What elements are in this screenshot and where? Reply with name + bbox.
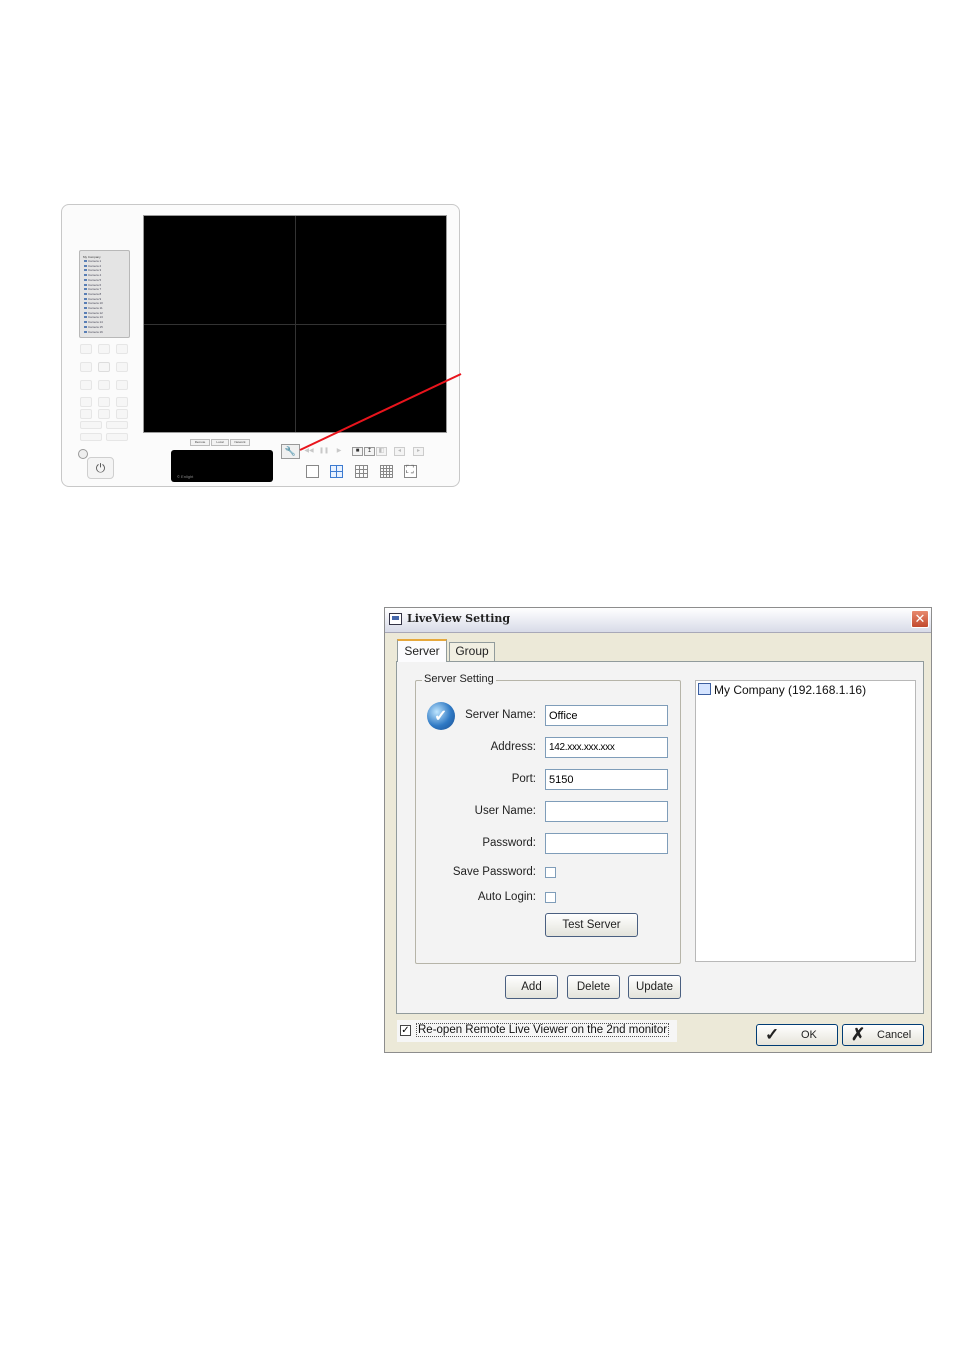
port-input[interactable] xyxy=(545,769,668,790)
cancel-button[interactable]: ✗ Cancel xyxy=(842,1024,924,1046)
minimize-button[interactable] xyxy=(78,449,88,459)
server-name-label: Server Name: xyxy=(465,709,536,721)
close-icon: ✕ xyxy=(914,611,926,626)
ptz-up-button[interactable] xyxy=(98,344,110,354)
ptz-zoom-out-button[interactable] xyxy=(80,409,92,419)
reopen-checkbox[interactable]: ✓ xyxy=(400,1025,411,1036)
auto-login-checkbox[interactable] xyxy=(545,892,556,903)
volume-up-button[interactable]: ▸ xyxy=(413,447,424,456)
layout-16-icon[interactable] xyxy=(380,465,393,478)
cross-icon: ✗ xyxy=(851,1025,866,1044)
ptz-focus-out-button[interactable] xyxy=(98,409,110,419)
cancel-label: Cancel xyxy=(877,1029,912,1041)
dialog-title: LiveView Setting xyxy=(407,612,511,625)
ptz-down-right-button[interactable] xyxy=(116,380,128,390)
tab-server[interactable]: Server xyxy=(397,639,447,662)
server-list-item[interactable]: My Company (192.168.1.16) xyxy=(714,683,866,697)
auto-login-label: Auto Login: xyxy=(477,891,536,903)
layout-1-icon[interactable] xyxy=(306,465,319,478)
test-server-button[interactable]: Test Server xyxy=(545,913,638,937)
layout-9-icon[interactable] xyxy=(355,465,368,478)
ptz-iris-button[interactable] xyxy=(116,397,128,407)
power-icon: ⏻ xyxy=(95,461,106,475)
tab-group[interactable]: Group xyxy=(449,642,495,661)
checkmark-icon: ✓ xyxy=(765,1025,780,1044)
check-icon: ✓ xyxy=(401,1025,410,1036)
play-icon[interactable]: ▶ xyxy=(334,447,344,456)
ptz-down-left-button[interactable] xyxy=(80,380,92,390)
ptz-go-button[interactable] xyxy=(106,421,128,429)
network-button[interactable]: Network xyxy=(230,439,250,446)
dialog-titlebar[interactable]: LiveView Setting ✕ xyxy=(385,608,931,633)
snapshot-button[interactable]: ■ xyxy=(352,447,363,456)
ptz-right-button[interactable] xyxy=(116,362,128,372)
save-password-label: Save Password: xyxy=(452,866,536,878)
server-icon xyxy=(698,683,711,695)
layout-4-icon[interactable] xyxy=(330,465,343,478)
update-button[interactable]: Update xyxy=(628,975,681,999)
globe-icon xyxy=(427,702,455,730)
port-label: Port: xyxy=(511,773,536,785)
pause-icon[interactable]: ❚❚ xyxy=(319,447,329,456)
password-input[interactable] xyxy=(545,833,668,854)
ptz-clear-button[interactable] xyxy=(106,433,128,441)
save-password-checkbox[interactable] xyxy=(545,867,556,878)
ptz-set-button[interactable] xyxy=(80,433,102,441)
ptz-home-button[interactable] xyxy=(98,362,110,372)
server-name-input[interactable] xyxy=(545,705,668,726)
ptz-focus-button[interactable] xyxy=(98,397,110,407)
address-input[interactable] xyxy=(545,737,668,758)
fullscreen-icon[interactable]: ⛶ xyxy=(404,464,417,478)
ok-label: OK xyxy=(801,1029,817,1041)
server-list[interactable]: My Company (192.168.1.16) xyxy=(695,680,916,962)
camera-tree-item[interactable]: Camera 16 xyxy=(83,330,126,335)
add-button[interactable]: Add xyxy=(505,975,558,999)
ptz-iris-out-button[interactable] xyxy=(116,409,128,419)
info-panel: © Enlight xyxy=(171,450,273,482)
ptz-up-left-button[interactable] xyxy=(80,344,92,354)
remote-button[interactable]: Remote xyxy=(190,439,210,446)
volume-down-button[interactable]: ◂ xyxy=(394,447,405,456)
app-icon xyxy=(389,613,402,625)
server-setting-group: Server Setting Server Name: Address: Por… xyxy=(415,673,681,964)
grid-divider xyxy=(144,324,446,325)
liveview-setting-dialog: LiveView Setting ✕ Server Group Server S… xyxy=(384,607,932,1053)
video-grid[interactable] xyxy=(143,215,447,433)
ptz-left-button[interactable] xyxy=(80,362,92,372)
ptz-down-button[interactable] xyxy=(98,380,110,390)
setting-button[interactable]: 🔧 xyxy=(281,444,300,459)
rewind-icon[interactable]: ◀◀ xyxy=(304,447,314,456)
record-button[interactable]: ↥ xyxy=(364,447,375,456)
wrench-icon: 🔧 xyxy=(284,446,297,456)
ok-button[interactable]: ✓ OK xyxy=(756,1024,838,1046)
brand-text: © Enlight xyxy=(177,474,194,479)
camera-tree[interactable]: My Company Camera 1 Camera 2 Camera 3 Ca… xyxy=(79,250,130,338)
ptz-up-right-button[interactable] xyxy=(116,344,128,354)
power-button[interactable]: ⏻ xyxy=(87,457,114,479)
close-button[interactable]: ✕ xyxy=(911,610,929,628)
password-label: Password: xyxy=(482,837,536,849)
delete-button[interactable]: Delete xyxy=(567,975,620,999)
ptz-preset-button[interactable] xyxy=(80,421,102,429)
user-name-label: User Name: xyxy=(474,805,536,817)
ptz-zoom-button[interactable] xyxy=(80,397,92,407)
reopen-option[interactable]: ✓ Re-open Remote Live Viewer on the 2nd … xyxy=(397,1020,677,1042)
address-label: Address: xyxy=(490,741,536,753)
server-tab-panel: Server Setting Server Name: Address: Por… xyxy=(396,661,924,1014)
local-button[interactable]: Local xyxy=(211,439,229,446)
group-title: Server Setting xyxy=(422,673,496,685)
user-name-input[interactable] xyxy=(545,801,668,822)
reopen-label[interactable]: Re-open Remote Live Viewer on the 2nd mo… xyxy=(416,1023,670,1037)
audio-button[interactable]: ◧ xyxy=(376,447,387,456)
